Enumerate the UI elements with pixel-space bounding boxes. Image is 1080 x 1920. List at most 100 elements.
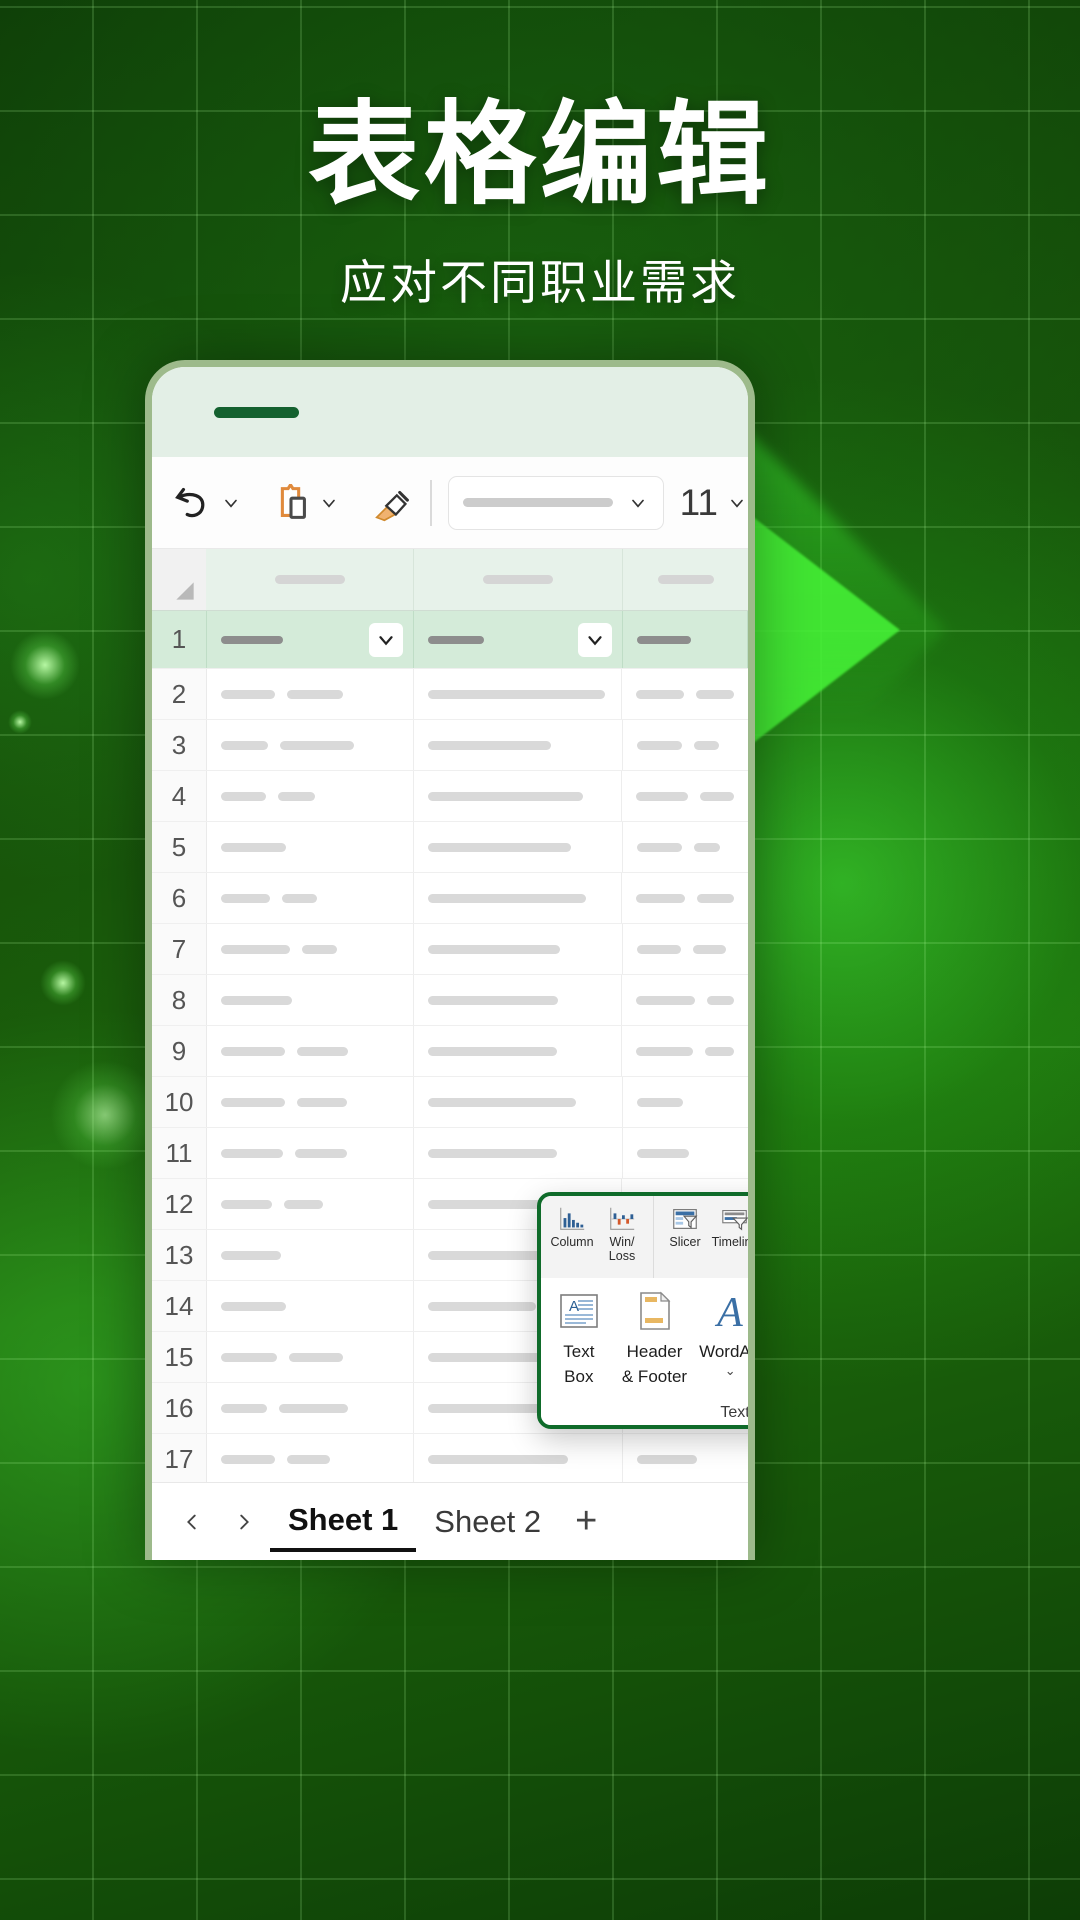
table-row[interactable]: 3 bbox=[152, 720, 748, 771]
cell-a9[interactable] bbox=[207, 1026, 414, 1076]
cell-a4[interactable] bbox=[207, 771, 414, 821]
cell-b17[interactable] bbox=[414, 1434, 624, 1484]
row-number[interactable]: 17 bbox=[152, 1434, 207, 1484]
row-number[interactable]: 9 bbox=[152, 1026, 207, 1076]
font-name-select[interactable] bbox=[448, 475, 664, 530]
format-painter-button[interactable] bbox=[370, 480, 416, 526]
table-row[interactable]: 17 bbox=[152, 1434, 748, 1485]
next-sheet-button[interactable] bbox=[218, 1492, 270, 1552]
wordart-chevron-down-icon[interactable]: ⌄ bbox=[725, 1363, 736, 1379]
row-number[interactable]: 4 bbox=[152, 771, 207, 821]
cell-c17[interactable] bbox=[623, 1434, 748, 1484]
ribbon-button-slicer[interactable]: Slicer bbox=[660, 1203, 710, 1249]
row-number[interactable]: 11 bbox=[152, 1128, 207, 1178]
header-cell-a1[interactable] bbox=[207, 611, 415, 668]
font-size-select[interactable]: 11 bbox=[680, 482, 748, 524]
column-header-b[interactable] bbox=[414, 549, 624, 610]
cell-b10[interactable] bbox=[414, 1077, 624, 1127]
cell-c11[interactable] bbox=[623, 1128, 748, 1178]
table-row[interactable]: 10 bbox=[152, 1077, 748, 1128]
cell-c10[interactable] bbox=[623, 1077, 748, 1127]
cell-c2[interactable] bbox=[622, 669, 748, 719]
table-row[interactable]: 11 bbox=[152, 1128, 748, 1179]
header-cell-c1[interactable] bbox=[623, 611, 748, 668]
cell-a10[interactable] bbox=[207, 1077, 415, 1127]
table-row[interactable]: 8 bbox=[152, 975, 748, 1026]
cell-c6[interactable] bbox=[622, 873, 748, 923]
paste-chevron-down-icon[interactable] bbox=[318, 492, 340, 514]
ribbon-button-timeline[interactable]: Timeline bbox=[710, 1203, 748, 1249]
filter-dropdown-b1[interactable] bbox=[578, 622, 613, 657]
sheet-tab-1[interactable]: Sheet 1 bbox=[270, 1492, 417, 1552]
select-all-corner[interactable] bbox=[152, 549, 207, 610]
insert-ribbon-popup[interactable]: Column Win/ Loss Slicer Timeline A Text … bbox=[537, 1192, 748, 1429]
cell-c3[interactable] bbox=[623, 720, 748, 770]
document-title-placeholder[interactable] bbox=[214, 406, 299, 418]
cell-a15[interactable] bbox=[207, 1332, 415, 1382]
row-number[interactable]: 3 bbox=[152, 720, 207, 770]
cell-a2[interactable] bbox=[207, 669, 414, 719]
sheet-tab-2[interactable]: Sheet 2 bbox=[416, 1492, 559, 1552]
cell-c8[interactable] bbox=[622, 975, 748, 1025]
row-number[interactable]: 6 bbox=[152, 873, 207, 923]
gallery-button-header-footer[interactable]: Header & Footer bbox=[617, 1284, 693, 1387]
cell-a14[interactable] bbox=[207, 1281, 414, 1331]
cell-b9[interactable] bbox=[414, 1026, 622, 1076]
table-row[interactable]: 7 bbox=[152, 924, 748, 975]
prev-sheet-button[interactable] bbox=[166, 1492, 218, 1552]
table-row[interactable]: 6 bbox=[152, 873, 748, 924]
cell-a6[interactable] bbox=[207, 873, 414, 923]
row-number[interactable]: 13 bbox=[152, 1230, 207, 1280]
header-cell-b1[interactable] bbox=[414, 611, 624, 668]
table-header-row[interactable]: 1 bbox=[152, 611, 748, 669]
row-number[interactable]: 2 bbox=[152, 669, 207, 719]
row-number[interactable]: 15 bbox=[152, 1332, 207, 1382]
cell-c4[interactable] bbox=[622, 771, 748, 821]
row-number[interactable]: 7 bbox=[152, 924, 207, 974]
gallery-button-text-box[interactable]: A Text Box bbox=[541, 1284, 617, 1387]
table-row[interactable]: 4 bbox=[152, 771, 748, 822]
filter-dropdown-a1[interactable] bbox=[369, 622, 404, 657]
row-number[interactable]: 16 bbox=[152, 1383, 207, 1433]
paste-button[interactable] bbox=[268, 480, 340, 526]
undo-chevron-down-icon[interactable] bbox=[220, 492, 242, 514]
gallery-button-wordart[interactable]: A WordArt ⌄ bbox=[692, 1284, 748, 1379]
cell-a16[interactable] bbox=[207, 1383, 415, 1433]
column-header-a[interactable] bbox=[206, 549, 414, 610]
row-number[interactable]: 12 bbox=[152, 1179, 207, 1229]
add-sheet-button[interactable]: + bbox=[559, 1500, 613, 1543]
cell-b5[interactable] bbox=[414, 822, 624, 872]
row-number[interactable]: 10 bbox=[152, 1077, 207, 1127]
cell-a5[interactable] bbox=[207, 822, 415, 872]
row-number[interactable]: 1 bbox=[152, 611, 207, 668]
cell-a3[interactable] bbox=[207, 720, 415, 770]
cell-b3[interactable] bbox=[414, 720, 624, 770]
row-number[interactable]: 14 bbox=[152, 1281, 207, 1331]
cell-b6[interactable] bbox=[414, 873, 622, 923]
table-row[interactable]: 5 bbox=[152, 822, 748, 873]
cell-a7[interactable] bbox=[207, 924, 415, 974]
cell-a12[interactable] bbox=[207, 1179, 414, 1229]
ribbon-button-column[interactable]: Column bbox=[547, 1203, 597, 1249]
cell-c9[interactable] bbox=[622, 1026, 748, 1076]
row-number[interactable]: 5 bbox=[152, 822, 207, 872]
column-header-c[interactable] bbox=[623, 549, 748, 610]
cell-b4[interactable] bbox=[414, 771, 622, 821]
font-name-chevron-down-icon[interactable] bbox=[627, 492, 649, 514]
cell-c7[interactable] bbox=[623, 924, 748, 974]
table-row[interactable]: 2 bbox=[152, 669, 748, 720]
row-number[interactable]: 8 bbox=[152, 975, 207, 1025]
cell-c5[interactable] bbox=[623, 822, 748, 872]
cell-a11[interactable] bbox=[207, 1128, 415, 1178]
cell-a17[interactable] bbox=[207, 1434, 415, 1484]
cell-a13[interactable] bbox=[207, 1230, 414, 1280]
cell-a8[interactable] bbox=[207, 975, 414, 1025]
cell-b11[interactable] bbox=[414, 1128, 624, 1178]
cell-b8[interactable] bbox=[414, 975, 622, 1025]
table-row[interactable]: 9 bbox=[152, 1026, 748, 1077]
undo-button[interactable] bbox=[170, 480, 242, 526]
cell-b2[interactable] bbox=[414, 669, 622, 719]
cell-b7[interactable] bbox=[414, 924, 624, 974]
font-size-chevron-down-icon[interactable] bbox=[726, 492, 748, 514]
ribbon-button-winloss[interactable]: Win/ Loss bbox=[597, 1203, 647, 1263]
